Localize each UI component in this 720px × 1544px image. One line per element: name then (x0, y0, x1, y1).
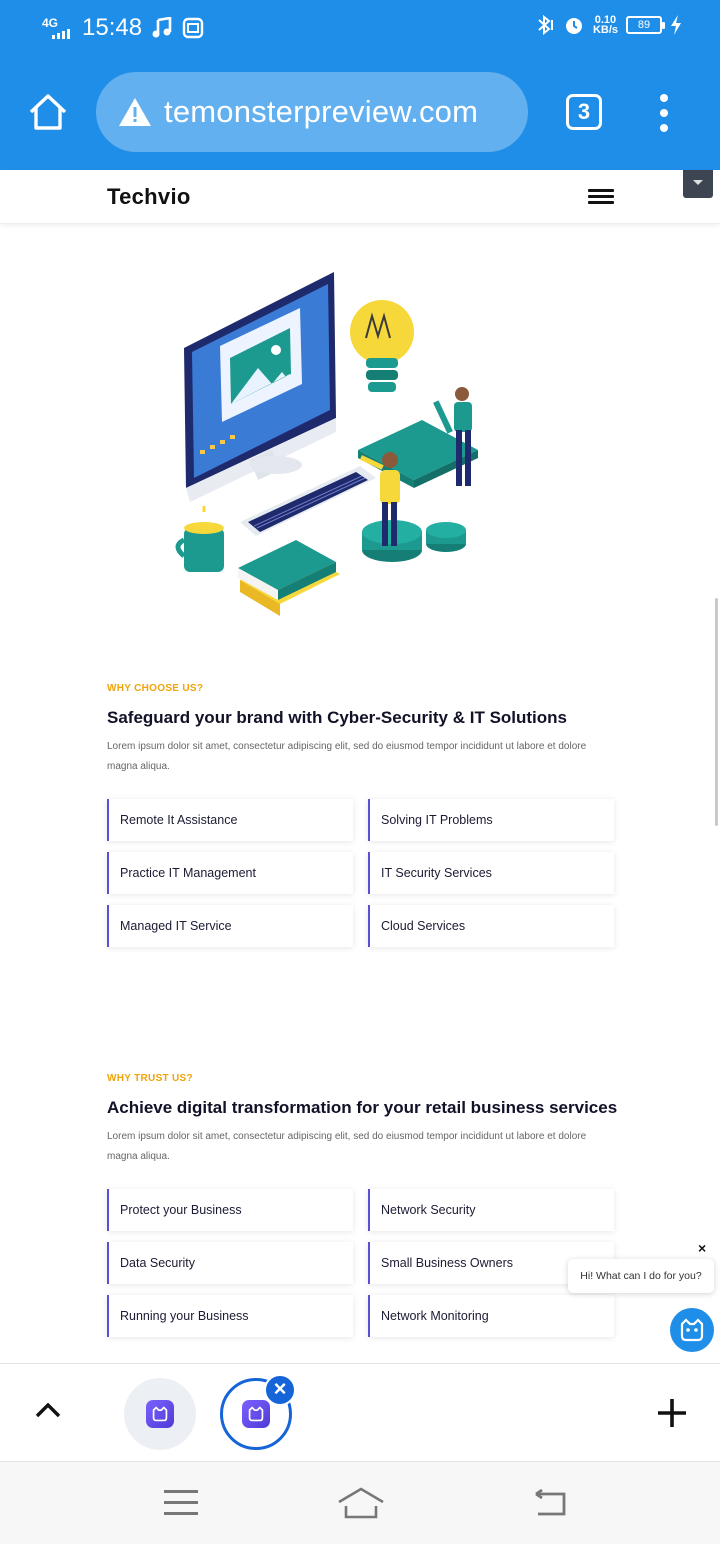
network-indicator: 4G (42, 15, 72, 41)
back-icon[interactable] (530, 1488, 570, 1518)
warning-icon[interactable] (118, 97, 152, 127)
tab-switcher-button[interactable]: 3 (566, 94, 602, 130)
coffee-mug-illustration (175, 506, 224, 572)
app-notification-icon (182, 17, 204, 39)
cylinder-illustration (426, 522, 466, 552)
status-right: 0.10 KB/s 89 (535, 14, 682, 36)
lightbulb-illustration (350, 300, 414, 392)
recent-apps-icon[interactable] (164, 1490, 198, 1516)
clock: 15:48 (82, 14, 143, 41)
status-left: 4G 15:48 (42, 14, 204, 42)
section-description: Lorem ipsum dolor sit amet, consectetur … (107, 1131, 587, 1162)
feature-item[interactable]: Network Monitoring (368, 1295, 614, 1337)
site-favicon-icon (242, 1400, 270, 1428)
feature-item[interactable]: IT Security Services (368, 852, 614, 894)
site-logo[interactable]: Techvio (107, 184, 191, 210)
feature-item[interactable]: Remote It Assistance (107, 799, 353, 841)
feature-item[interactable]: Network Security (368, 1189, 614, 1231)
chat-bot-icon (680, 1318, 704, 1342)
bluetooth-icon (538, 14, 553, 36)
dropdown-tab[interactable] (683, 170, 713, 198)
charging-icon (671, 15, 681, 35)
chat-launcher-button[interactable] (670, 1308, 714, 1352)
tab-thumbnail[interactable] (124, 1378, 196, 1450)
feature-item[interactable]: Cloud Services (368, 905, 614, 947)
signal-icon (52, 29, 70, 39)
why-trust-us-section: WHY TRUST US? Achieve digital transforma… (107, 1073, 617, 1337)
alarm-icon (565, 18, 582, 34)
home-icon[interactable] (26, 90, 70, 134)
chevron-up-icon[interactable] (34, 1400, 62, 1420)
site-favicon-icon (146, 1400, 174, 1428)
monitor-illustration (184, 272, 336, 502)
close-tab-icon[interactable]: × (264, 1374, 296, 1406)
browser-tab-bar: × (0, 1363, 720, 1461)
status-bar: 4G 15:48 0.10 KB/s 89 (0, 0, 720, 58)
section-description: Lorem ipsum dolor sit amet, consectetur … (107, 741, 587, 772)
feature-item[interactable]: Managed IT Service (107, 905, 353, 947)
feature-item[interactable]: Data Security (107, 1242, 353, 1284)
browser-chrome: 4G 15:48 0.10 KB/s 89 temonsterpreview.c… (0, 0, 720, 170)
new-tab-plus-icon[interactable] (656, 1397, 688, 1429)
section-title: Achieve digital transformation for your … (107, 1098, 618, 1117)
chat-greeting-bubble[interactable]: Hi! What can I do for you? (568, 1259, 714, 1293)
system-home-icon[interactable] (336, 1486, 386, 1520)
net-speed-unit: KB/s (592, 24, 618, 36)
address-bar[interactable]: temonsterpreview.com (96, 72, 528, 152)
system-navigation-bar (0, 1461, 720, 1544)
music-note-icon (152, 17, 172, 38)
feature-grid: Protect your Business Network Security D… (107, 1189, 617, 1337)
section-eyebrow: WHY TRUST US? (107, 1073, 193, 1084)
hero-illustration (175, 272, 478, 616)
url-text[interactable]: temonsterpreview.com (164, 94, 478, 130)
feature-item[interactable]: Solving IT Problems (368, 799, 614, 841)
books-illustration (238, 540, 340, 616)
why-choose-us-section: WHY CHOOSE US? Safeguard your brand with… (107, 683, 617, 947)
feature-item[interactable]: Protect your Business (107, 1189, 353, 1231)
feature-grid: Remote It Assistance Solving IT Problems… (107, 799, 617, 947)
net-speed: 0.10 KB/s (592, 15, 618, 36)
feature-item[interactable]: Running your Business (107, 1295, 353, 1337)
overflow-menu-icon[interactable] (656, 94, 672, 134)
page-scrollbar[interactable] (715, 598, 718, 826)
battery-icon: 89 (626, 16, 665, 34)
section-title: Safeguard your brand with Cyber-Security… (107, 708, 568, 727)
chat-close-icon[interactable]: × (698, 1240, 706, 1256)
hamburger-menu-icon[interactable] (588, 189, 614, 204)
section-eyebrow: WHY CHOOSE US? (107, 683, 204, 694)
network-type: 4G (42, 16, 59, 30)
battery-level: 89 (637, 19, 651, 31)
feature-item[interactable]: Practice IT Management (107, 852, 353, 894)
